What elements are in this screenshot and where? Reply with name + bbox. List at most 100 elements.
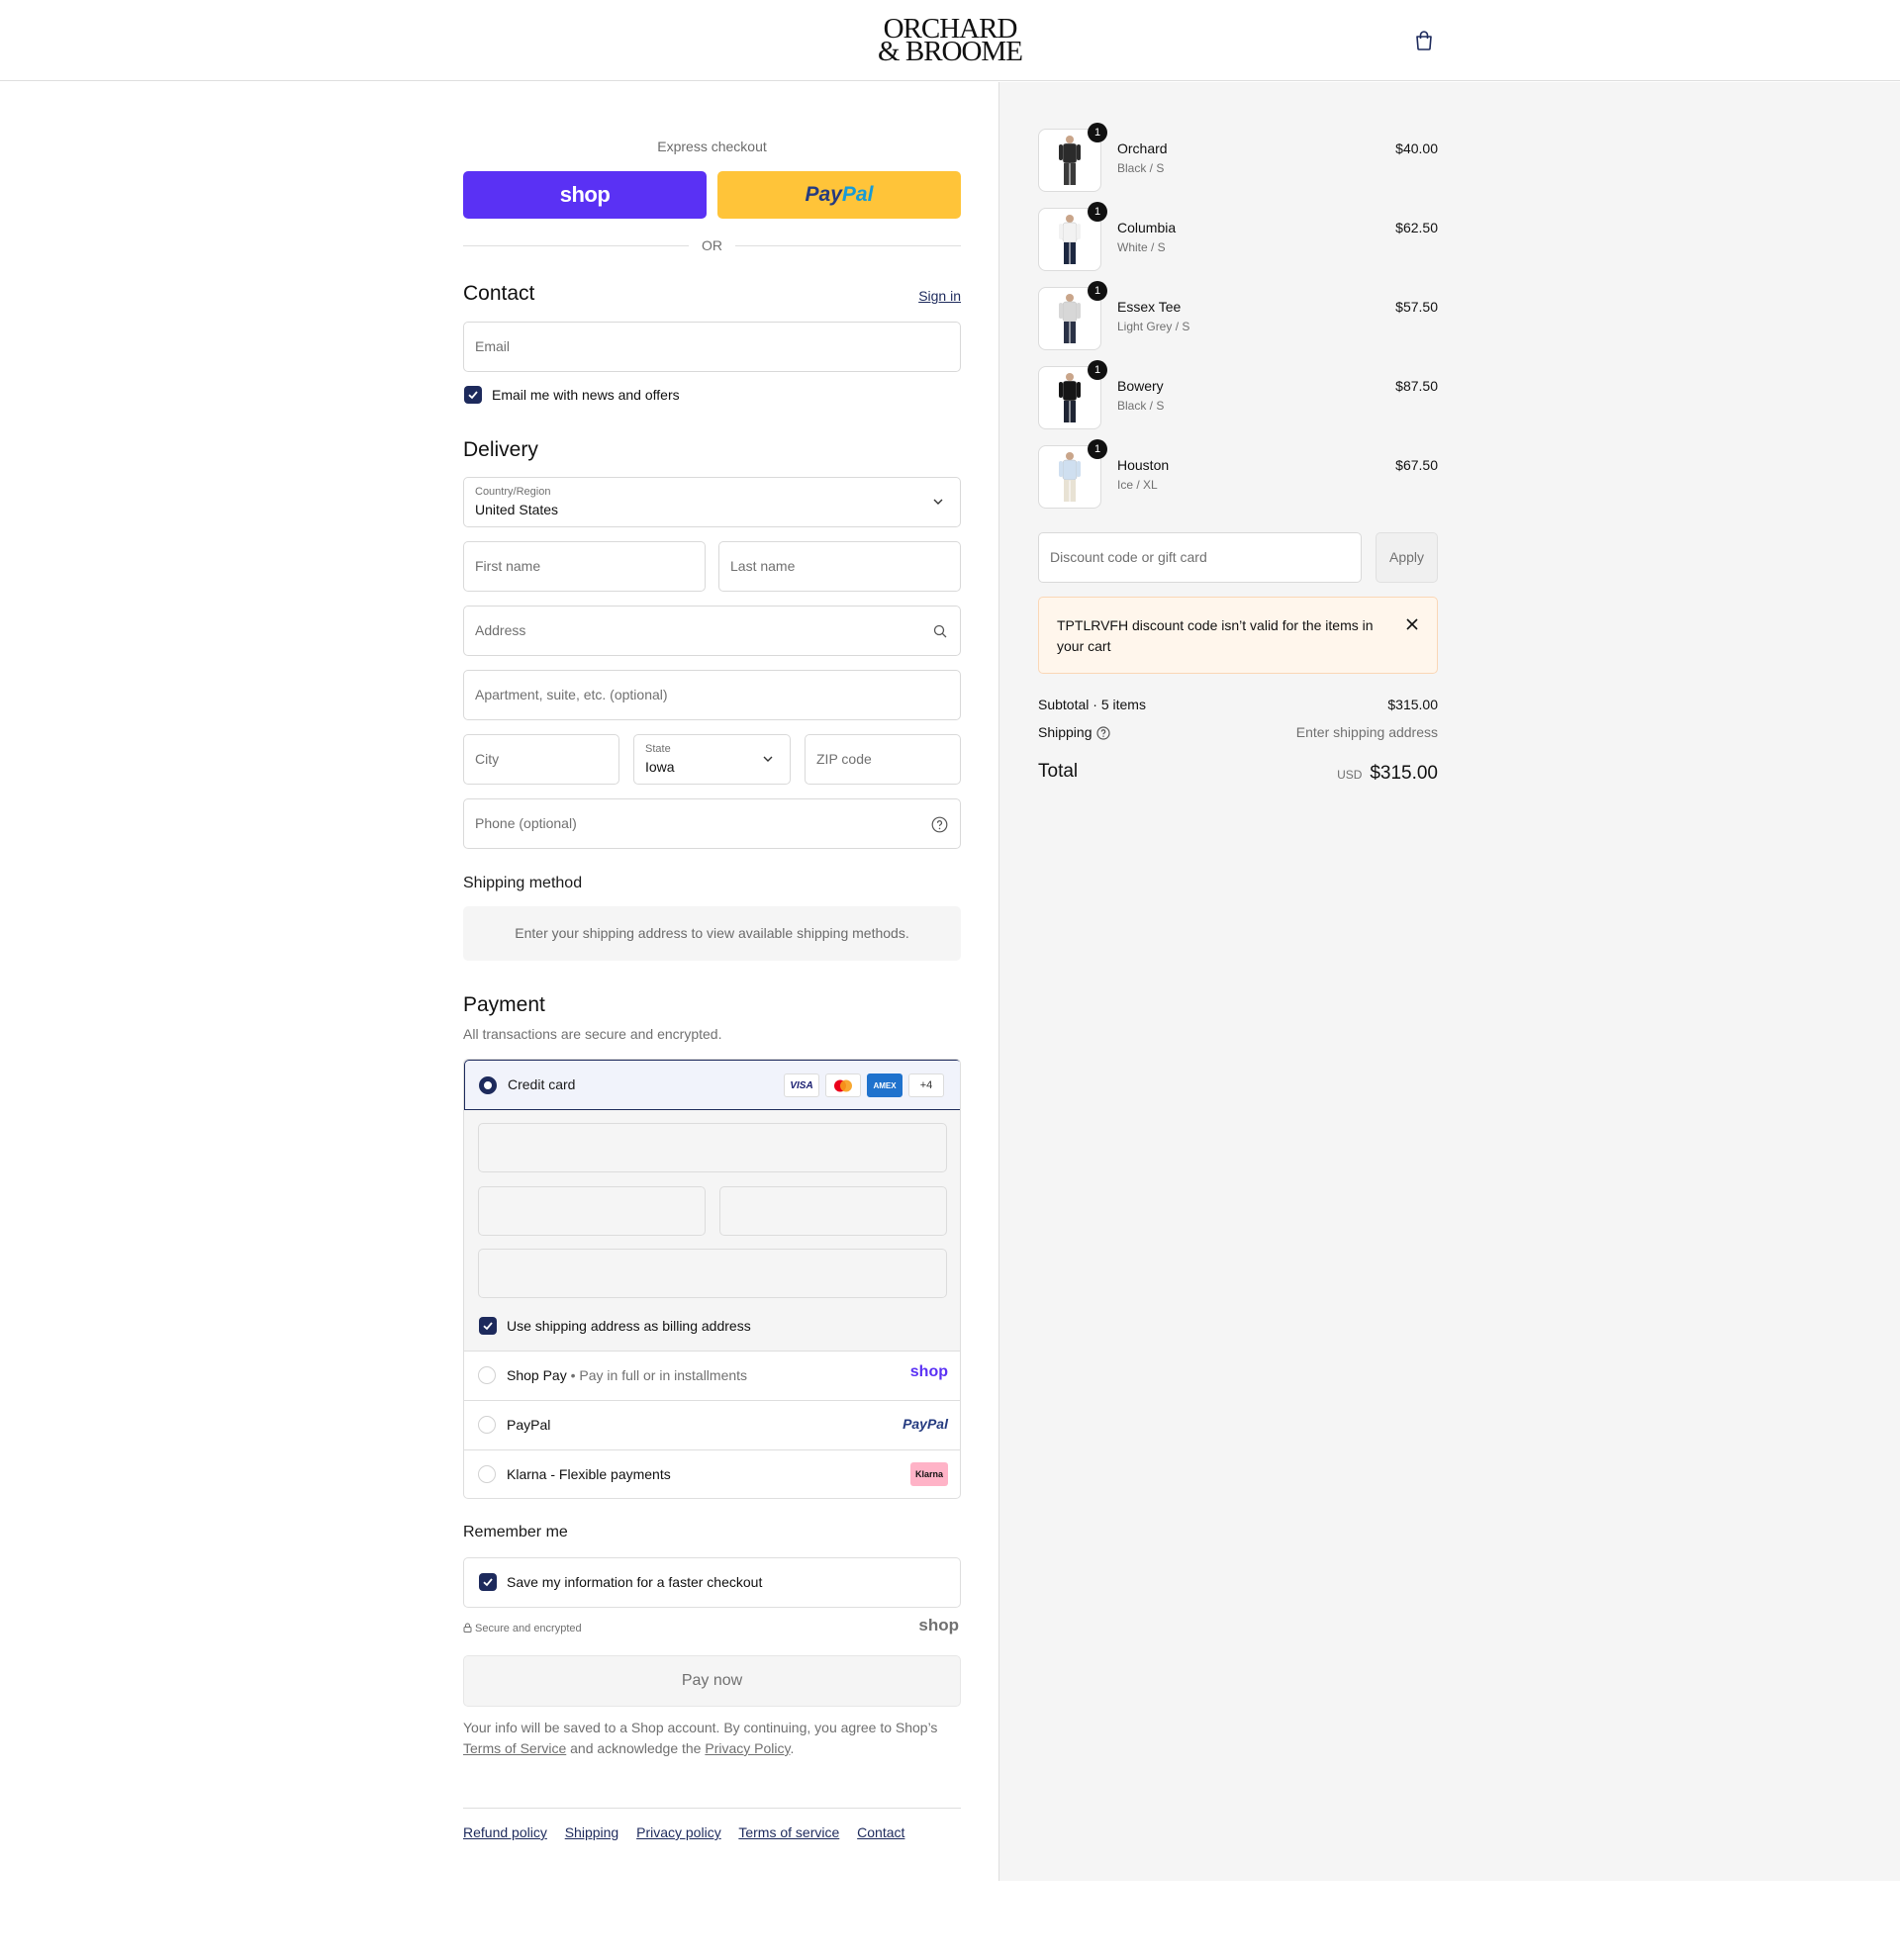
shipping-link[interactable]: Shipping <box>565 1824 619 1840</box>
zip-placeholder: ZIP code <box>816 751 872 767</box>
privacy-link[interactable]: Privacy Policy <box>705 1740 790 1756</box>
paypal-logo: PayPal <box>902 1416 948 1432</box>
subtotal-value: $315.00 <box>1387 697 1438 712</box>
shipping-value: Enter shipping address <box>1295 724 1438 740</box>
paypal-text-1: Pay <box>805 183 842 206</box>
shop-pay-option[interactable]: Shop Pay • Pay in full or in installment… <box>464 1351 960 1400</box>
apartment-placeholder: Apartment, suite, etc. (optional) <box>475 687 668 702</box>
paypal-label: PayPal <box>507 1417 551 1433</box>
help-circle-icon[interactable] <box>931 816 948 833</box>
shopping-bag-icon[interactable] <box>1413 30 1435 51</box>
legal-text-3: . <box>790 1740 795 1756</box>
product-name: Essex Tee <box>1117 299 1182 315</box>
shop-pay-express-button[interactable]: shop <box>463 171 707 219</box>
lock-icon <box>463 1623 472 1633</box>
sign-in-link[interactable]: Sign in <box>918 288 961 304</box>
first-name-field[interactable]: First name <box>463 541 706 592</box>
chevron-down-icon <box>763 756 773 762</box>
product-price: $87.50 <box>1395 378 1438 394</box>
contact-link[interactable]: Contact <box>857 1824 904 1840</box>
chevron-down-icon <box>933 499 943 505</box>
refund-policy-link[interactable]: Refund policy <box>463 1824 547 1840</box>
phone-field[interactable]: Phone (optional) <box>463 798 961 849</box>
klarna-logo: Klarna <box>910 1462 948 1486</box>
klarna-option[interactable]: Klarna - Flexible payments Klarna <box>464 1449 960 1498</box>
shipping-method-heading: Shipping method <box>463 875 583 891</box>
paypal-express-button[interactable]: Pay Pal <box>717 171 961 219</box>
paypal-option[interactable]: PayPal PayPal <box>464 1400 960 1449</box>
total-row: Total USD $315.00 <box>1038 761 1438 787</box>
address-field[interactable]: Address <box>463 606 961 656</box>
total-value: $315.00 <box>1370 763 1438 784</box>
country-label: Country/Region <box>475 486 551 498</box>
discount-code-input[interactable]: Discount code or gift card <box>1038 532 1362 583</box>
footer-divider <box>463 1808 961 1809</box>
shop-pay-logo: shop <box>909 1363 948 1380</box>
city-placeholder: City <box>475 751 500 767</box>
terms-of-service-link[interactable]: Terms of service <box>738 1824 839 1840</box>
terms-link[interactable]: Terms of Service <box>463 1740 566 1756</box>
city-field[interactable]: City <box>463 734 619 785</box>
card-number-field[interactable] <box>478 1123 947 1172</box>
email-placeholder: Email <box>475 338 511 354</box>
total-label: Total <box>1038 761 1079 782</box>
footer-links: Refund policy Shipping Privacy policy Te… <box>463 1824 918 1840</box>
apartment-field[interactable]: Apartment, suite, etc. (optional) <box>463 670 961 720</box>
shop-logo: shop <box>918 1616 959 1634</box>
billing-address-checkbox[interactable] <box>479 1317 497 1335</box>
expiration-field[interactable] <box>478 1186 706 1236</box>
help-circle-icon[interactable] <box>1096 726 1110 740</box>
shop-pay-radio[interactable] <box>478 1366 496 1384</box>
payment-heading: Payment <box>463 993 545 1016</box>
product-name: Columbia <box>1117 220 1177 235</box>
product-price: $57.50 <box>1395 299 1438 315</box>
visa-icon: VISA <box>784 1073 819 1097</box>
logo-line-2: & BROOME <box>878 36 1023 67</box>
country-select[interactable]: Country/Region United States <box>463 477 961 527</box>
order-item: 1 Columbia White / S $62.50 <box>1038 202 1438 273</box>
product-variant: Black / S <box>1117 399 1165 413</box>
store-logo[interactable]: ORCHARD & BROOME <box>871 15 1029 67</box>
zip-field[interactable]: ZIP code <box>805 734 961 785</box>
close-icon[interactable] <box>1405 617 1419 631</box>
subtotal-row: Subtotal · 5 items $315.00 <box>1038 697 1438 712</box>
order-summary-panel: 1 Orchard Black / S $40.00 1 Columbia White / … <box>998 82 1900 1881</box>
security-code-field[interactable] <box>719 1186 947 1236</box>
privacy-policy-link[interactable]: Privacy policy <box>636 1824 721 1840</box>
quantity-badge: 1 <box>1088 123 1107 142</box>
country-value: United States <box>475 502 559 517</box>
header: ORCHARD & BROOME <box>0 0 1900 81</box>
remember-me-box: Save my information for a faster checkou… <box>463 1557 961 1608</box>
credit-card-radio[interactable] <box>479 1076 497 1094</box>
order-item: 1 Houston Ice / XL $67.50 <box>1038 439 1438 511</box>
news-offers-checkbox[interactable] <box>464 386 482 404</box>
last-name-field[interactable]: Last name <box>718 541 961 592</box>
save-info-label: Save my information for a faster checkou… <box>507 1574 763 1590</box>
state-select[interactable]: State Iowa <box>633 734 791 785</box>
credit-card-option[interactable]: Credit card VISA AMEX +4 <box>464 1060 960 1110</box>
paypal-radio[interactable] <box>478 1416 496 1434</box>
email-field[interactable]: Email <box>463 322 961 372</box>
total-amount-wrap: USD $315.00 <box>1337 763 1438 785</box>
name-on-card-field[interactable] <box>478 1249 947 1298</box>
apply-discount-button[interactable]: Apply <box>1376 532 1438 583</box>
discount-error-alert: TPTLRVFH discount code isn’t valid for t… <box>1038 597 1438 674</box>
legal-text-1: Your info will be saved to a Shop accoun… <box>463 1720 938 1735</box>
check-icon <box>483 1322 493 1331</box>
state-label: State <box>645 743 671 755</box>
more-cards-badge: +4 <box>908 1073 944 1097</box>
discount-placeholder: Discount code or gift card <box>1050 549 1207 565</box>
address-placeholder: Address <box>475 622 526 638</box>
phone-placeholder: Phone (optional) <box>475 815 577 831</box>
alert-message: TPTLRVFH discount code isn’t valid for t… <box>1057 617 1374 654</box>
secure-label: Secure and encrypted <box>475 1623 582 1634</box>
product-variant: White / S <box>1117 240 1166 254</box>
klarna-radio[interactable] <box>478 1465 496 1483</box>
klarna-label: Klarna - Flexible payments <box>507 1466 671 1482</box>
currency-code: USD <box>1337 768 1363 782</box>
save-info-checkbox[interactable] <box>479 1573 497 1591</box>
last-name-placeholder: Last name <box>730 558 796 574</box>
pay-now-button[interactable]: Pay now <box>463 1655 961 1707</box>
shop-pay-sub: Pay in full or in installments <box>579 1367 748 1383</box>
news-offers-label: Email me with news and offers <box>492 387 680 403</box>
